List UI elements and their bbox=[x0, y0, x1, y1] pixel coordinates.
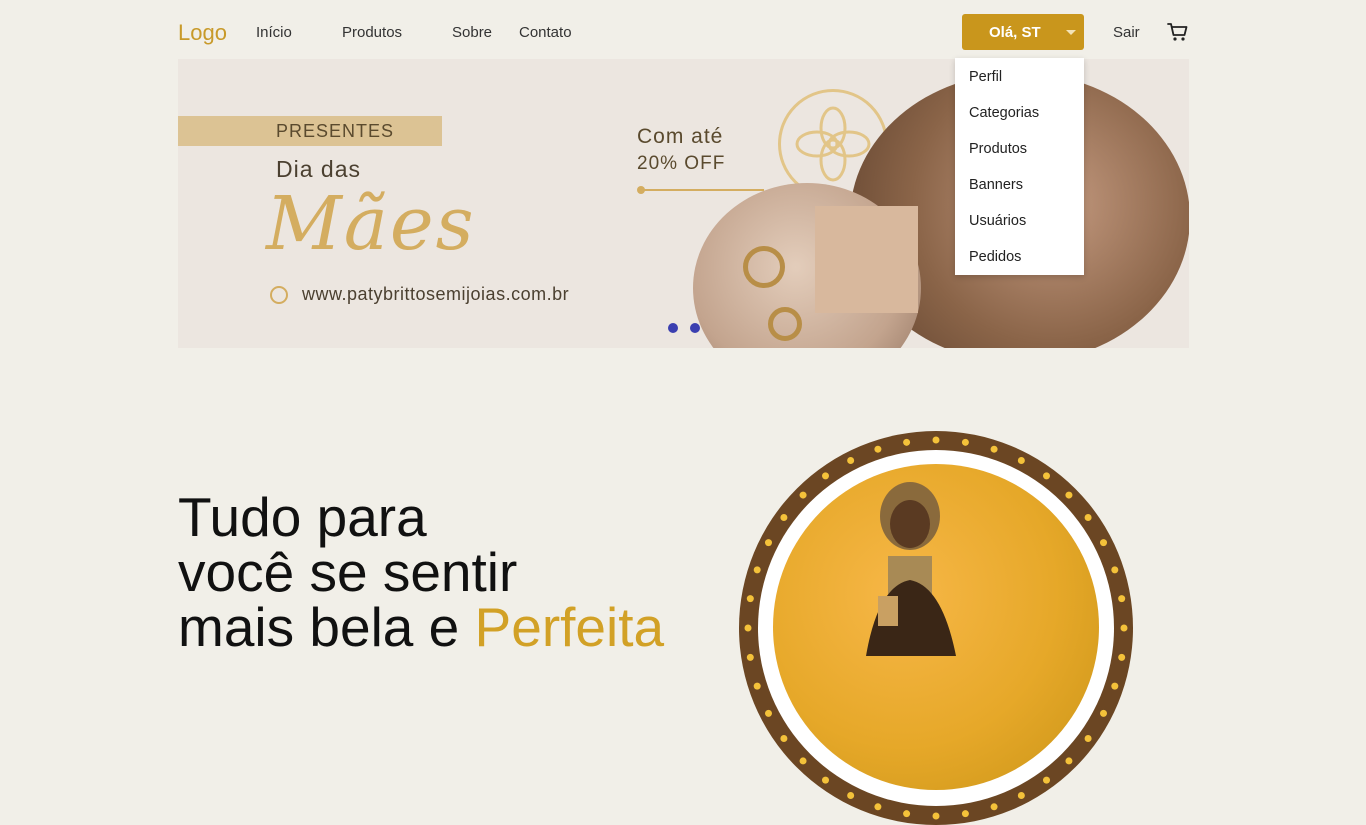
frame-bead bbox=[1017, 456, 1025, 464]
hero-accent-word: Perfeita bbox=[474, 596, 665, 658]
frame-bead bbox=[1118, 595, 1126, 603]
frame-bead bbox=[1043, 472, 1051, 480]
earring-image bbox=[743, 246, 785, 288]
frame-bead bbox=[847, 456, 855, 464]
hero-line3-prefix: mais bela e bbox=[178, 596, 475, 658]
frame-bead bbox=[780, 513, 788, 521]
hero-headline: Tudo para você se sentir mais bela e Per… bbox=[178, 490, 664, 655]
frame-bead bbox=[874, 803, 882, 811]
nav-link-produtos[interactable]: Produtos bbox=[342, 24, 402, 41]
menu-item-pedidos[interactable]: Pedidos bbox=[969, 249, 1021, 265]
frame-bead bbox=[990, 803, 998, 811]
banner-promo-line2: 20% OFF bbox=[637, 153, 726, 174]
frame-bead bbox=[990, 445, 998, 453]
banner-line2: Mães bbox=[266, 181, 476, 267]
banner-ribbon-tail bbox=[428, 116, 442, 146]
frame-bead bbox=[932, 436, 940, 444]
frame-bead bbox=[764, 709, 772, 717]
menu-item-categorias[interactable]: Categorias bbox=[969, 105, 1039, 121]
banner-promo-dot bbox=[637, 186, 645, 194]
nav-link-inicio[interactable]: Início bbox=[256, 24, 292, 41]
menu-item-usuarios[interactable]: Usuários bbox=[969, 213, 1026, 229]
user-menu-button[interactable]: Olá, ST bbox=[962, 14, 1084, 50]
frame-bead bbox=[1111, 682, 1119, 690]
nav-link-contato[interactable]: Contato bbox=[519, 24, 572, 41]
hero-line2: você se sentir bbox=[178, 541, 518, 603]
hero-line3: mais bela e Perfeita bbox=[178, 600, 664, 655]
frame-bead bbox=[1118, 653, 1126, 661]
frame-bead bbox=[1100, 539, 1108, 547]
model-image bbox=[866, 482, 956, 656]
cart-icon[interactable] bbox=[1166, 20, 1190, 44]
logout-link[interactable]: Sair bbox=[1113, 24, 1140, 41]
carousel-dot-2[interactable] bbox=[690, 323, 700, 333]
frame-bead bbox=[1100, 709, 1108, 717]
frame-bead bbox=[746, 653, 754, 661]
banner-promo-line1: Com até bbox=[637, 125, 724, 148]
globe-icon bbox=[270, 286, 288, 304]
hero-line1: Tudo para bbox=[178, 486, 427, 548]
frame-bead bbox=[1065, 491, 1073, 499]
frame-bead bbox=[932, 812, 940, 820]
frame-bead bbox=[753, 682, 761, 690]
frame-bead bbox=[1120, 624, 1128, 632]
earring-image bbox=[768, 307, 802, 341]
banner-promo-underline bbox=[638, 189, 764, 191]
frame-bead bbox=[847, 792, 855, 800]
frame-bead bbox=[799, 757, 807, 765]
banner-website: www.patybrittosemijoias.com.br bbox=[302, 284, 570, 304]
nav-link-sobre[interactable]: Sobre bbox=[452, 24, 492, 41]
carousel-dot-1[interactable] bbox=[668, 323, 678, 333]
frame-bead bbox=[1111, 566, 1119, 574]
frame-bead bbox=[799, 491, 807, 499]
frame-bead bbox=[746, 595, 754, 603]
frame-bead bbox=[1065, 757, 1073, 765]
frame-bead bbox=[874, 445, 882, 453]
menu-item-banners[interactable]: Banners bbox=[969, 177, 1023, 193]
frame-bead bbox=[821, 776, 829, 784]
frame-bead bbox=[821, 472, 829, 480]
user-greeting: Olá, ST bbox=[989, 24, 1041, 41]
frame-bead bbox=[1084, 513, 1092, 521]
frame-bead bbox=[903, 438, 911, 446]
frame-bead bbox=[780, 735, 788, 743]
frame-bead bbox=[764, 539, 772, 547]
frame-bead bbox=[961, 438, 969, 446]
frame-bead bbox=[1084, 735, 1092, 743]
frame-bead bbox=[1017, 792, 1025, 800]
logo[interactable]: Logo bbox=[178, 20, 227, 46]
menu-item-produtos[interactable]: Produtos bbox=[969, 141, 1027, 157]
banner-ribbon-text: PRESENTES bbox=[276, 121, 395, 141]
banner-line1: Dia das bbox=[276, 156, 361, 182]
frame-bead bbox=[1043, 776, 1051, 784]
banner-photo-box bbox=[815, 206, 918, 313]
frame-bead bbox=[753, 566, 761, 574]
chevron-down-icon bbox=[1066, 30, 1076, 35]
user-dropdown-menu: Perfil Categorias Produtos Banners Usuár… bbox=[955, 58, 1084, 275]
menu-item-perfil[interactable]: Perfil bbox=[969, 69, 1002, 85]
navbar: Logo Início Produtos Sobre Contato Olá, … bbox=[0, 0, 1366, 60]
frame-bead bbox=[961, 810, 969, 818]
frame-bead bbox=[903, 810, 911, 818]
frame-bead bbox=[744, 624, 752, 632]
